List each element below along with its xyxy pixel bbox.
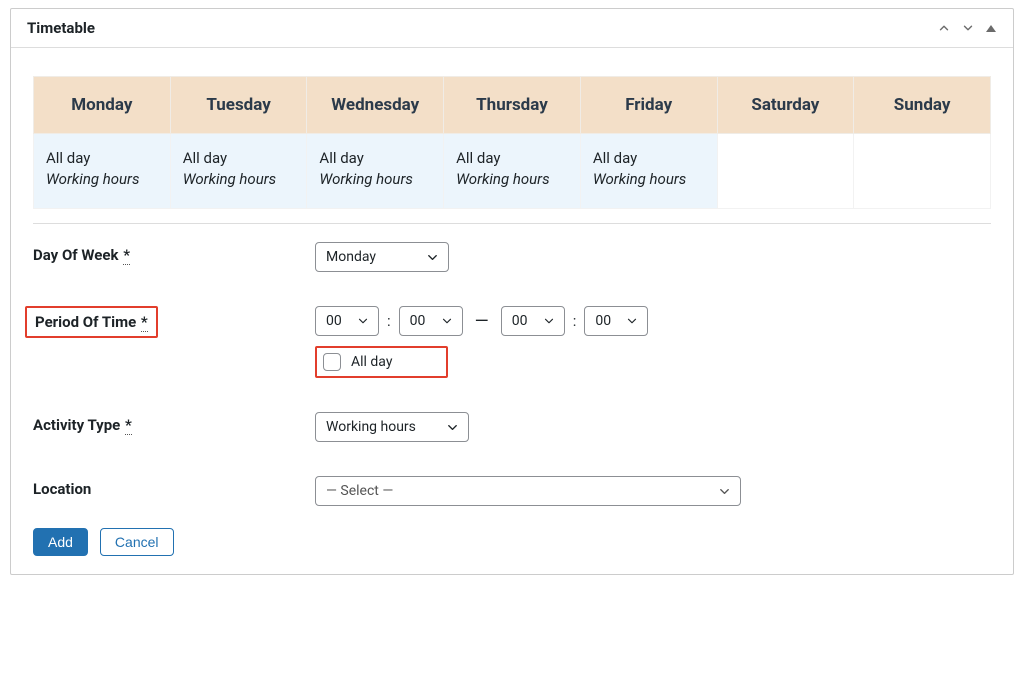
chevron-down-icon <box>717 484 732 499</box>
required-mark: * <box>125 416 132 435</box>
entry-activity: Working hours <box>593 169 705 190</box>
entry-activity: Working hours <box>183 169 295 190</box>
label-text: Location <box>33 480 91 498</box>
chevron-down-icon <box>445 420 460 435</box>
start-hour-select[interactable]: 00 <box>315 306 379 336</box>
all-day-highlight: All day <box>315 346 448 378</box>
end-minute-select[interactable]: 00 <box>584 306 648 336</box>
field-location: Location — Select — <box>33 476 991 506</box>
chevron-down-icon <box>440 314 454 328</box>
time-range-row: 00 : 00 — 00 : 00 <box>315 306 991 336</box>
panel-header: Timetable <box>11 9 1013 48</box>
all-day-label: All day <box>351 354 392 370</box>
time-colon: : <box>387 312 391 330</box>
day-cell[interactable]: All day Working hours <box>580 134 717 209</box>
select-value: — Select — <box>326 483 393 499</box>
day-header: Monday <box>34 77 171 134</box>
separator <box>33 223 991 224</box>
time-colon: : <box>573 312 577 330</box>
day-cell[interactable]: All day Working hours <box>444 134 581 209</box>
day-header: Friday <box>580 77 717 134</box>
activity-type-label: Activity Type * <box>33 412 315 434</box>
chevron-down-icon <box>542 314 556 328</box>
location-select[interactable]: — Select — <box>315 476 741 506</box>
entry-activity: Working hours <box>319 169 431 190</box>
field-day-of-week: Day Of Week * Monday <box>33 242 991 272</box>
select-value: Working hours <box>326 419 416 435</box>
day-of-week-label: Day Of Week * <box>33 242 315 264</box>
select-value: 00 <box>326 313 342 329</box>
label-text: Period Of Time <box>35 313 136 331</box>
start-minute-select[interactable]: 00 <box>399 306 463 336</box>
day-header: Tuesday <box>170 77 307 134</box>
timetable-grid: Monday Tuesday Wednesday Thursday Friday… <box>33 76 991 209</box>
label-text: Day Of Week <box>33 246 119 264</box>
required-mark: * <box>141 313 148 332</box>
entry-all-day: All day <box>319 148 431 169</box>
day-cell[interactable]: All day Working hours <box>34 134 171 209</box>
time-dash: — <box>471 311 493 332</box>
panel-body: Monday Tuesday Wednesday Thursday Friday… <box>11 48 1013 574</box>
chevron-down-icon[interactable] <box>961 21 975 35</box>
location-label: Location <box>33 476 315 498</box>
field-period-of-time: Period Of Time * 00 : 00 — <box>33 306 991 378</box>
chevron-down-icon <box>356 314 370 328</box>
day-cell[interactable]: All day Working hours <box>307 134 444 209</box>
day-of-week-select[interactable]: Monday <box>315 242 449 272</box>
required-mark: * <box>123 246 130 265</box>
select-value: 00 <box>595 313 611 329</box>
day-cell-empty <box>854 134 991 209</box>
panel-header-controls <box>937 21 997 35</box>
day-header: Saturday <box>717 77 854 134</box>
day-cell-empty <box>717 134 854 209</box>
field-activity-type: Activity Type * Working hours <box>33 412 991 442</box>
chevron-up-icon[interactable] <box>937 21 951 35</box>
entry-activity: Working hours <box>46 169 158 190</box>
chevron-down-icon <box>425 250 440 265</box>
add-button[interactable]: Add <box>33 528 88 556</box>
select-value: 00 <box>410 313 426 329</box>
entry-all-day: All day <box>46 148 158 169</box>
chevron-down-icon <box>625 314 639 328</box>
entry-all-day: All day <box>593 148 705 169</box>
panel-title: Timetable <box>27 19 95 37</box>
collapse-triangle-icon[interactable] <box>985 22 997 34</box>
entry-all-day: All day <box>456 148 568 169</box>
entry-all-day: All day <box>183 148 295 169</box>
period-of-time-label: Period Of Time * <box>33 306 315 338</box>
day-header: Wednesday <box>307 77 444 134</box>
label-text: Activity Type <box>33 416 120 434</box>
all-day-checkbox[interactable] <box>323 353 341 371</box>
timetable-entries-row: All day Working hours All day Working ho… <box>34 134 991 209</box>
day-header: Thursday <box>444 77 581 134</box>
timetable-header-row: Monday Tuesday Wednesday Thursday Friday… <box>34 77 991 134</box>
end-hour-select[interactable]: 00 <box>501 306 565 336</box>
timetable-panel: Timetable Monday Tuesday Wednesday Thurs… <box>10 8 1014 575</box>
day-cell[interactable]: All day Working hours <box>170 134 307 209</box>
form-buttons: Add Cancel <box>33 528 991 556</box>
select-value: Monday <box>326 249 376 265</box>
cancel-button[interactable]: Cancel <box>100 528 174 556</box>
entry-activity: Working hours <box>456 169 568 190</box>
select-value: 00 <box>512 313 528 329</box>
activity-type-select[interactable]: Working hours <box>315 412 469 442</box>
day-header: Sunday <box>854 77 991 134</box>
